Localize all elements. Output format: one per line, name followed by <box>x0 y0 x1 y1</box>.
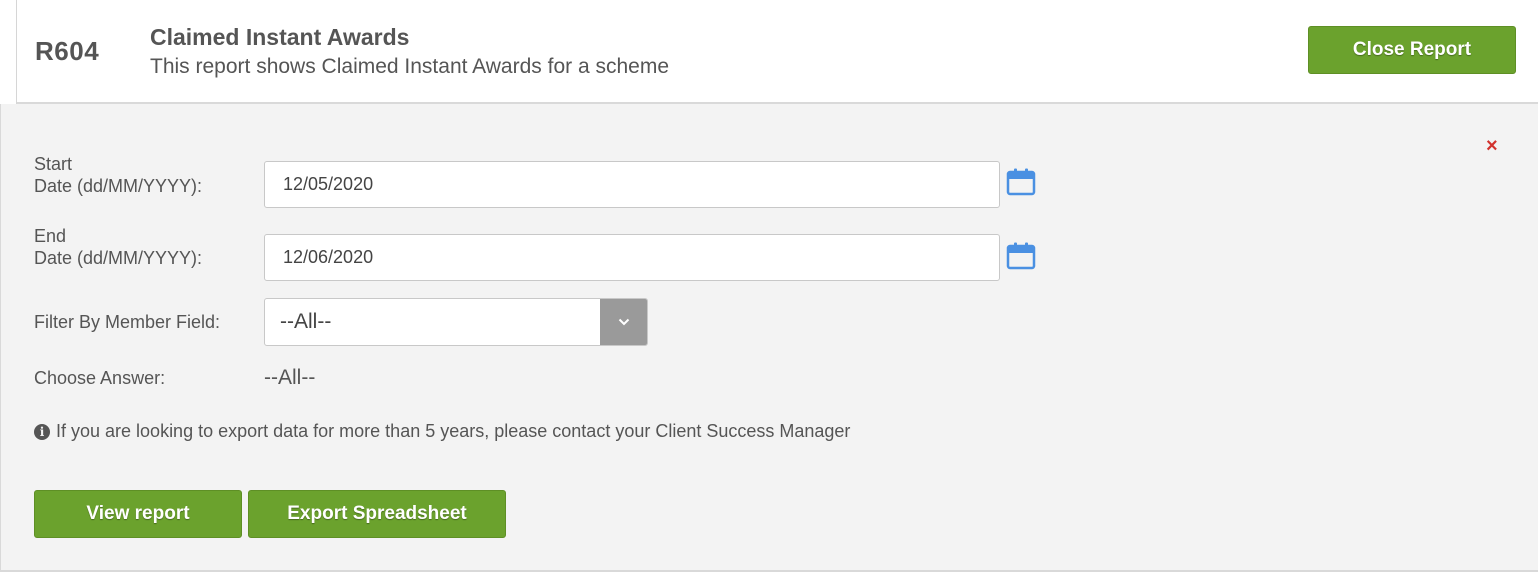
end-date-input[interactable] <box>264 234 1000 281</box>
close-icon[interactable]: × <box>1486 136 1498 156</box>
choose-answer-label: Choose Answer: <box>34 368 166 388</box>
report-description: This report shows Claimed Instant Awards… <box>150 55 670 78</box>
calendar-icon[interactable] <box>1006 168 1036 196</box>
close-report-button[interactable]: Close Report <box>1308 26 1516 74</box>
export-info-note: i If you are looking to export data for … <box>34 421 850 442</box>
end-date-label-line1: End <box>34 226 67 246</box>
filter-member-field-select[interactable]: --All-- <box>264 298 648 346</box>
start-date-label-line2: Date (dd/MM/YYYY): <box>34 176 203 196</box>
end-date-label: End Date (dd/MM/YYYY): <box>34 225 202 269</box>
choose-answer-value: --All-- <box>264 366 316 389</box>
calendar-icon[interactable] <box>1006 242 1036 270</box>
filter-member-field-label: Filter By Member Field: <box>34 312 221 332</box>
report-filter-panel: × Start Date (dd/MM/YYYY): End Date (dd/… <box>0 104 1538 572</box>
start-date-label-line1: Start <box>34 154 73 174</box>
info-icon: i <box>34 423 50 440</box>
end-date-label-line2: Date (dd/MM/YYYY): <box>34 248 203 268</box>
panel-border <box>0 104 1 572</box>
chevron-down-icon[interactable] <box>600 299 647 345</box>
report-header: R604 Claimed Instant Awards This report … <box>17 0 1538 104</box>
export-spreadsheet-button[interactable]: Export Spreadsheet <box>248 490 506 538</box>
export-info-text: If you are looking to export data for mo… <box>56 421 851 441</box>
start-date-label: Start Date (dd/MM/YYYY): <box>34 153 202 197</box>
report-title: Claimed Instant Awards <box>150 24 410 50</box>
report-code: R604 <box>35 36 100 66</box>
start-date-input[interactable] <box>264 161 1000 208</box>
filter-member-field-value: --All-- <box>280 310 332 333</box>
view-report-button[interactable]: View report <box>34 490 242 538</box>
